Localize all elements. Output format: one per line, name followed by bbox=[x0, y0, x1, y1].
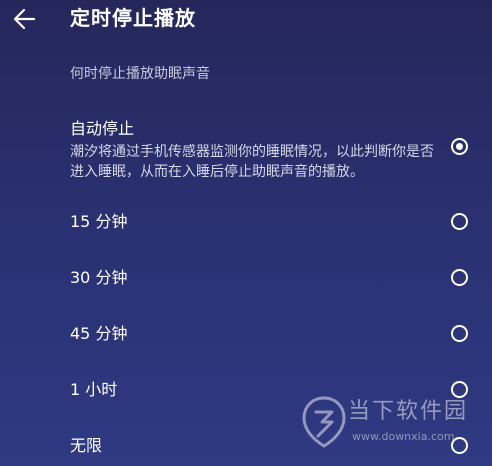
page-title: 定时停止播放 bbox=[70, 6, 196, 30]
option-label: 15 分钟 bbox=[70, 212, 128, 231]
option-label: 30 分钟 bbox=[70, 268, 128, 287]
arrow-left-icon bbox=[13, 8, 36, 30]
option-auto-stop[interactable]: 自动停止 潮汐将通过手机传感器监测你的睡眠情况，以此判断你是否进入睡眠，从而在入… bbox=[0, 118, 492, 180]
radio-30-minutes[interactable] bbox=[451, 269, 468, 286]
option-label: 无限 bbox=[70, 436, 103, 455]
radio-1-hour[interactable] bbox=[451, 381, 468, 398]
option-45-minutes[interactable]: 45 分钟 bbox=[0, 323, 492, 347]
radio-15-minutes[interactable] bbox=[451, 213, 468, 230]
sleep-timer-screen: 定时停止播放 何时停止播放助眠声音 自动停止 潮汐将通过手机传感器监测你的睡眠情… bbox=[0, 0, 492, 466]
option-label: 1 小时 bbox=[70, 380, 118, 399]
option-1-hour[interactable]: 1 小时 bbox=[0, 379, 492, 403]
back-button[interactable] bbox=[10, 5, 40, 33]
option-description: 潮汐将通过手机传感器监测你的睡眠情况，以此判断你是否进入睡眠，从而在入睡后停止助… bbox=[70, 144, 434, 180]
option-15-minutes[interactable]: 15 分钟 bbox=[0, 211, 492, 235]
option-unlimited[interactable]: 无限 bbox=[0, 435, 492, 459]
header: 定时停止播放 bbox=[0, 0, 492, 40]
option-30-minutes[interactable]: 30 分钟 bbox=[0, 267, 492, 291]
radio-45-minutes[interactable] bbox=[451, 325, 468, 342]
option-label: 45 分钟 bbox=[70, 324, 128, 343]
radio-unlimited[interactable] bbox=[451, 437, 468, 454]
option-label: 自动停止 bbox=[70, 119, 135, 138]
radio-auto-stop[interactable] bbox=[451, 138, 468, 155]
section-title: 何时停止播放助眠声音 bbox=[70, 66, 210, 82]
